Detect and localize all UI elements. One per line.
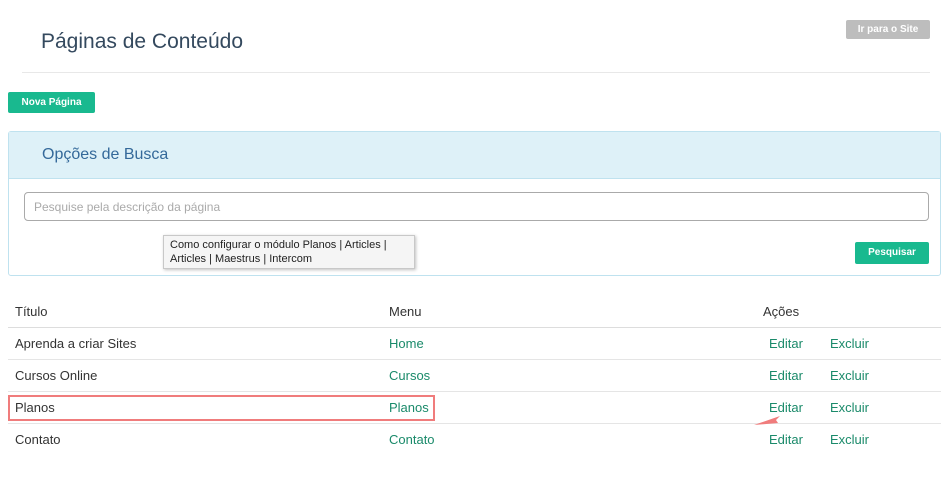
table-row: Planos Planos Editar Excluir bbox=[8, 391, 941, 424]
edit-link[interactable]: Editar bbox=[769, 336, 830, 351]
delete-link[interactable]: Excluir bbox=[830, 336, 869, 351]
row-title: Aprenda a criar Sites bbox=[8, 327, 382, 360]
delete-link[interactable]: Excluir bbox=[830, 368, 869, 383]
autocomplete-tooltip: Como configurar o módulo Planos | Articl… bbox=[163, 235, 415, 269]
delete-link[interactable]: Excluir bbox=[830, 432, 869, 447]
column-header-menu: Menu bbox=[382, 296, 756, 328]
tooltip-line-2: Articles | Maestrus | Intercom bbox=[170, 253, 313, 265]
row-menu-link[interactable]: Planos bbox=[389, 400, 429, 415]
delete-link[interactable]: Excluir bbox=[830, 400, 869, 415]
edit-link[interactable]: Editar bbox=[769, 368, 830, 383]
table-row: Aprenda a criar Sites Home Editar Excluir bbox=[8, 327, 941, 360]
tooltip-line-1: Como configurar o módulo Planos | Articl… bbox=[170, 239, 387, 251]
new-page-button[interactable]: Nova Página bbox=[8, 92, 95, 113]
row-menu-link[interactable]: Home bbox=[389, 336, 424, 351]
search-input[interactable] bbox=[24, 192, 929, 221]
search-options-panel: Opções de Busca Como configurar o módulo… bbox=[8, 131, 941, 276]
search-panel-title: Opções de Busca bbox=[42, 146, 169, 163]
row-menu-link[interactable]: Cursos bbox=[389, 368, 430, 383]
column-header-title: Título bbox=[8, 296, 382, 328]
column-header-actions: Ações bbox=[756, 296, 941, 328]
search-button[interactable]: Pesquisar bbox=[855, 242, 929, 264]
search-panel-header: Opções de Busca bbox=[9, 132, 940, 179]
table-row: Cursos Online Cursos Editar Excluir bbox=[8, 359, 941, 392]
row-menu-link[interactable]: Contato bbox=[389, 432, 435, 447]
title-divider bbox=[22, 72, 930, 73]
edit-link[interactable]: Editar bbox=[769, 432, 830, 447]
table-header-row: Título Menu Ações bbox=[8, 296, 941, 328]
row-title: Planos bbox=[8, 391, 382, 424]
row-title: Contato bbox=[15, 432, 61, 447]
row-title: Cursos Online bbox=[8, 359, 382, 392]
go-to-site-button[interactable]: Ir para o Site bbox=[846, 20, 930, 39]
page-title: Páginas de Conteúdo bbox=[41, 30, 243, 53]
content-pages-table: Título Menu Ações Aprenda a criar Sites … bbox=[8, 296, 941, 455]
edit-link[interactable]: Editar bbox=[769, 400, 830, 415]
table-row: Contato Contato Editar Excluir bbox=[8, 424, 941, 456]
